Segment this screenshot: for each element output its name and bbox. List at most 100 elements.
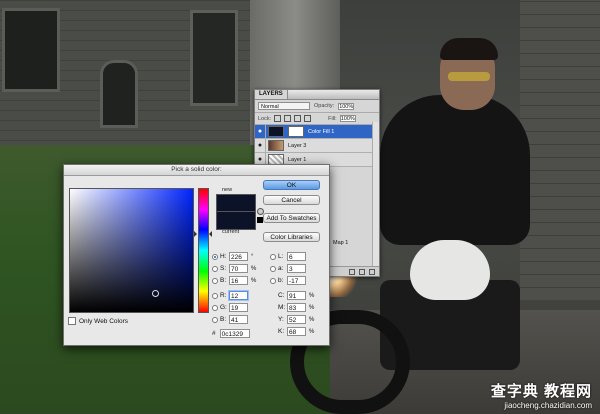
new-label: new xyxy=(222,187,233,193)
lab-a-radio[interactable] xyxy=(270,265,276,272)
eye-icon[interactable]: ● xyxy=(255,125,266,138)
yellow-field[interactable]: 52 xyxy=(287,315,306,324)
blue-field[interactable]: 41 xyxy=(229,315,248,324)
eye-icon[interactable]: ● xyxy=(255,139,266,152)
rider-hair xyxy=(440,38,498,60)
magenta-row: M: 83 % xyxy=(278,303,314,312)
green-radio[interactable] xyxy=(212,304,218,311)
yellow-label: Y: xyxy=(278,316,284,323)
layer-name: Color Fill 1 xyxy=(308,128,335,135)
lab-l-field[interactable]: 6 xyxy=(287,252,306,261)
ok-button[interactable]: OK xyxy=(263,180,320,190)
opacity-label: Opacity: xyxy=(314,103,335,109)
rider-jacket xyxy=(380,95,530,245)
cyan-field[interactable]: 91 xyxy=(287,291,306,300)
hex-row: # 0c1329 xyxy=(212,329,250,338)
only-web-colors-row: Only Web Colors xyxy=(68,317,128,325)
black-label: K: xyxy=(278,328,285,335)
layer-name: Layer 1 xyxy=(288,156,307,163)
lab-b-label: b: xyxy=(278,277,284,284)
lock-image-icon[interactable] xyxy=(284,115,292,122)
lab-l-radio[interactable] xyxy=(270,253,276,260)
green-row: G: 19 xyxy=(212,303,248,312)
saturation-unit: % xyxy=(251,265,257,272)
brightness-radio[interactable] xyxy=(212,277,218,284)
hue-label: H: xyxy=(220,253,227,260)
new-layer-icon[interactable] xyxy=(359,268,365,275)
hue-slider[interactable] xyxy=(198,188,209,313)
new-group-icon[interactable] xyxy=(349,268,355,275)
red-field[interactable]: 12 xyxy=(229,291,248,300)
new-color-swatch xyxy=(216,194,256,212)
brightness-row: B: 16 % xyxy=(212,276,256,285)
brightness-label: B: xyxy=(220,277,227,284)
yellow-row: Y: 52 % xyxy=(278,315,314,324)
lab-a-label: a: xyxy=(278,265,284,272)
black-row: K: 68 % xyxy=(278,327,314,336)
layers-scrollbar[interactable] xyxy=(372,122,379,267)
blend-mode-select[interactable]: Normal xyxy=(258,102,310,110)
add-to-swatches-button[interactable]: Add To Swatches xyxy=(263,213,320,223)
lab-b-field[interactable]: -17 xyxy=(287,276,306,285)
lock-row: Lock: Fill: 100% xyxy=(255,113,379,125)
lock-label: Lock: xyxy=(258,115,272,122)
fill-field[interactable]: 100% xyxy=(339,115,356,122)
layer-name: Layer 3 xyxy=(288,142,307,149)
mask-thumbnail xyxy=(288,126,304,137)
current-color-swatch[interactable] xyxy=(216,211,256,230)
dialog-title: Pick a solid color: xyxy=(64,165,329,176)
blue-label: B: xyxy=(220,316,227,323)
magenta-field[interactable]: 83 xyxy=(287,303,306,312)
sunglasses xyxy=(448,72,490,81)
lock-all-icon[interactable] xyxy=(304,115,312,122)
opacity-field[interactable]: 100% xyxy=(338,102,355,110)
cancel-button[interactable]: Cancel xyxy=(263,195,320,205)
hue-row: H: 226 ° xyxy=(212,252,253,261)
lab-l-row: L: 6 xyxy=(270,252,306,261)
hue-field[interactable]: 226 xyxy=(229,252,248,261)
hue-slider-handle-left[interactable] xyxy=(194,231,197,237)
trash-icon[interactable] xyxy=(369,268,375,275)
red-radio[interactable] xyxy=(212,292,218,299)
only-web-colors-checkbox[interactable] xyxy=(68,317,76,325)
green-field[interactable]: 19 xyxy=(229,303,248,312)
lab-a-field[interactable]: 3 xyxy=(287,264,306,273)
lock-transparent-icon[interactable] xyxy=(274,115,282,122)
motorcycle-tank xyxy=(410,240,490,300)
color-field[interactable] xyxy=(69,188,194,313)
black-unit: % xyxy=(309,328,315,335)
stone-pillar xyxy=(520,0,600,300)
watermark: 查字典 教程网 jiaocheng.chazidian.com xyxy=(491,380,592,410)
magenta-label: M: xyxy=(278,304,286,311)
green-label: G: xyxy=(220,304,227,311)
fill-thumbnail xyxy=(268,126,284,137)
layer-row-layer3[interactable]: ● Layer 3 xyxy=(255,139,379,153)
lock-position-icon[interactable] xyxy=(294,115,302,122)
layer-row-color-fill[interactable]: ● Color Fill 1 xyxy=(255,125,379,139)
yellow-unit: % xyxy=(309,316,315,323)
brightness-field[interactable]: 16 xyxy=(229,276,248,285)
blue-row: B: 41 xyxy=(212,315,248,324)
only-web-colors-label: Only Web Colors xyxy=(79,317,129,325)
field-cursor[interactable] xyxy=(152,290,159,297)
cyan-row: C: 91 % xyxy=(278,291,314,300)
tab-layers[interactable]: LAYERS xyxy=(255,90,288,99)
lab-l-label: L: xyxy=(278,253,284,260)
hue-slider-handle-right[interactable] xyxy=(209,231,212,237)
black-field[interactable]: 68 xyxy=(287,327,306,336)
layer-thumbnail xyxy=(268,140,284,151)
fill-label: Fill: xyxy=(328,115,337,122)
hue-radio[interactable] xyxy=(212,253,218,260)
lab-b-radio[interactable] xyxy=(270,277,276,284)
hex-field[interactable]: 0c1329 xyxy=(219,329,250,338)
saturation-field[interactable]: 70 xyxy=(229,264,248,273)
blue-radio[interactable] xyxy=(212,316,218,323)
lab-b-row: b: -17 xyxy=(270,276,306,285)
red-label: R: xyxy=(220,292,227,299)
saturation-label: S: xyxy=(220,265,227,272)
watermark-title: 查字典 教程网 xyxy=(490,383,592,400)
color-libraries-button[interactable]: Color Libraries xyxy=(263,232,320,242)
saturation-radio[interactable] xyxy=(212,265,218,272)
magenta-unit: % xyxy=(309,304,315,311)
color-picker-dialog: Pick a solid color: new current OK Cance… xyxy=(63,164,330,346)
